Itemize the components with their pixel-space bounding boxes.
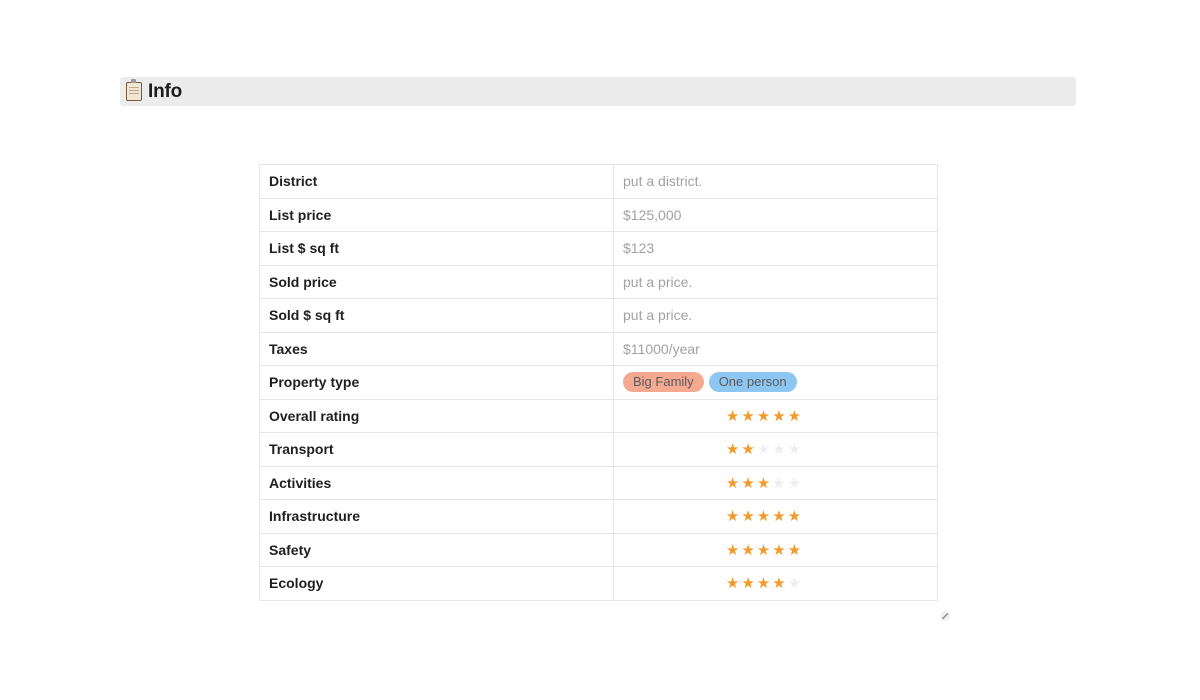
star-rating[interactable]: ★ ★ ★ ★ ★ — [613, 432, 938, 467]
district-field[interactable]: put a district. — [613, 164, 938, 199]
star-filled-icon[interactable]: ★ — [741, 409, 754, 424]
star-empty-icon[interactable]: ★ — [788, 576, 801, 591]
star-filled-icon[interactable]: ★ — [726, 442, 739, 457]
stars: ★ ★ ★ ★ ★ — [726, 442, 801, 457]
row-label: Safety — [259, 532, 614, 567]
table-row: Property type Big Family One person — [259, 365, 938, 400]
star-filled-icon[interactable]: ★ — [788, 543, 801, 558]
star-filled-icon[interactable]: ★ — [741, 509, 754, 524]
star-rating[interactable]: ★ ★ ★ ★ ★ — [613, 465, 938, 500]
table-row: Taxes $11000/year — [259, 331, 938, 366]
section-header: Info — [120, 77, 1076, 106]
stars: ★ ★ ★ ★ ★ — [726, 509, 801, 524]
star-filled-icon[interactable]: ★ — [741, 543, 754, 558]
row-label: Sold price — [259, 264, 614, 299]
star-empty-icon[interactable]: ★ — [772, 476, 785, 491]
table-row: List $ sq ft $123 — [259, 231, 938, 266]
table-row: Activities ★ ★ ★ ★ ★ — [259, 465, 938, 500]
star-filled-icon[interactable]: ★ — [788, 509, 801, 524]
star-filled-icon[interactable]: ★ — [772, 509, 785, 524]
sold-price-sqft-field[interactable]: put a price. — [613, 298, 938, 333]
star-filled-icon[interactable]: ★ — [772, 409, 785, 424]
table-row: Overall rating ★ ★ ★ ★ ★ — [259, 398, 938, 433]
row-label: Overall rating — [259, 398, 614, 433]
stars: ★ ★ ★ ★ ★ — [726, 476, 801, 491]
star-filled-icon[interactable]: ★ — [741, 442, 754, 457]
star-filled-icon[interactable]: ★ — [726, 543, 739, 558]
star-filled-icon[interactable]: ★ — [757, 409, 770, 424]
star-filled-icon[interactable]: ★ — [772, 543, 785, 558]
star-filled-icon[interactable]: ★ — [726, 576, 739, 591]
table-row: List price $125,000 — [259, 197, 938, 232]
list-price-sqft-field[interactable]: $123 — [613, 231, 938, 266]
tag-one-person[interactable]: One person — [708, 372, 797, 393]
table-row: Ecology ★ ★ ★ ★ ★ — [259, 566, 938, 601]
row-label: Ecology — [259, 566, 614, 601]
star-rating[interactable]: ★ ★ ★ ★ ★ — [613, 566, 938, 601]
star-empty-icon[interactable]: ★ — [757, 442, 770, 457]
row-label: Activities — [259, 465, 614, 500]
section-title: Info — [148, 80, 183, 102]
list-price-field[interactable]: $125,000 — [613, 197, 938, 232]
clipboard-icon — [126, 79, 142, 101]
star-filled-icon[interactable]: ★ — [772, 576, 785, 591]
row-label: Sold $ sq ft — [259, 298, 614, 333]
star-filled-icon[interactable]: ★ — [726, 476, 739, 491]
property-type-field[interactable]: Big Family One person — [613, 365, 938, 400]
star-filled-icon[interactable]: ★ — [726, 409, 739, 424]
row-label: Transport — [259, 432, 614, 467]
star-rating[interactable]: ★ ★ ★ ★ ★ — [613, 532, 938, 567]
sold-price-field[interactable]: put a price. — [613, 264, 938, 299]
table-row: Transport ★ ★ ★ ★ ★ — [259, 432, 938, 467]
row-label: Property type — [259, 365, 614, 400]
row-label: District — [259, 164, 614, 199]
star-filled-icon[interactable]: ★ — [788, 409, 801, 424]
tag-big-family[interactable]: Big Family — [623, 372, 704, 393]
table-row: District put a district. — [259, 164, 938, 199]
table-row: Infrastructure ★ ★ ★ ★ ★ — [259, 499, 938, 534]
star-filled-icon[interactable]: ★ — [757, 509, 770, 524]
star-filled-icon[interactable]: ★ — [757, 543, 770, 558]
row-label: List $ sq ft — [259, 231, 614, 266]
info-table: District put a district. List price $125… — [259, 164, 938, 601]
stars: ★ ★ ★ ★ ★ — [726, 543, 801, 558]
star-rating[interactable]: ★ ★ ★ ★ ★ — [613, 398, 938, 433]
row-label: List price — [259, 197, 614, 232]
taxes-field[interactable]: $11000/year — [613, 331, 938, 366]
row-label: Taxes — [259, 331, 614, 366]
star-filled-icon[interactable]: ★ — [757, 576, 770, 591]
star-empty-icon[interactable]: ★ — [772, 442, 785, 457]
star-filled-icon[interactable]: ★ — [726, 509, 739, 524]
star-filled-icon[interactable]: ★ — [757, 476, 770, 491]
table-row: Sold price put a price. — [259, 264, 938, 299]
row-label: Infrastructure — [259, 499, 614, 534]
star-empty-icon[interactable]: ★ — [788, 442, 801, 457]
stars: ★ ★ ★ ★ ★ — [726, 409, 801, 424]
resize-handle-icon[interactable] — [940, 611, 950, 621]
table-row: Sold $ sq ft put a price. — [259, 298, 938, 333]
star-filled-icon[interactable]: ★ — [741, 476, 754, 491]
star-filled-icon[interactable]: ★ — [741, 576, 754, 591]
star-empty-icon[interactable]: ★ — [788, 476, 801, 491]
star-rating[interactable]: ★ ★ ★ ★ ★ — [613, 499, 938, 534]
table-row: Safety ★ ★ ★ ★ ★ — [259, 532, 938, 567]
stars: ★ ★ ★ ★ ★ — [726, 576, 801, 591]
